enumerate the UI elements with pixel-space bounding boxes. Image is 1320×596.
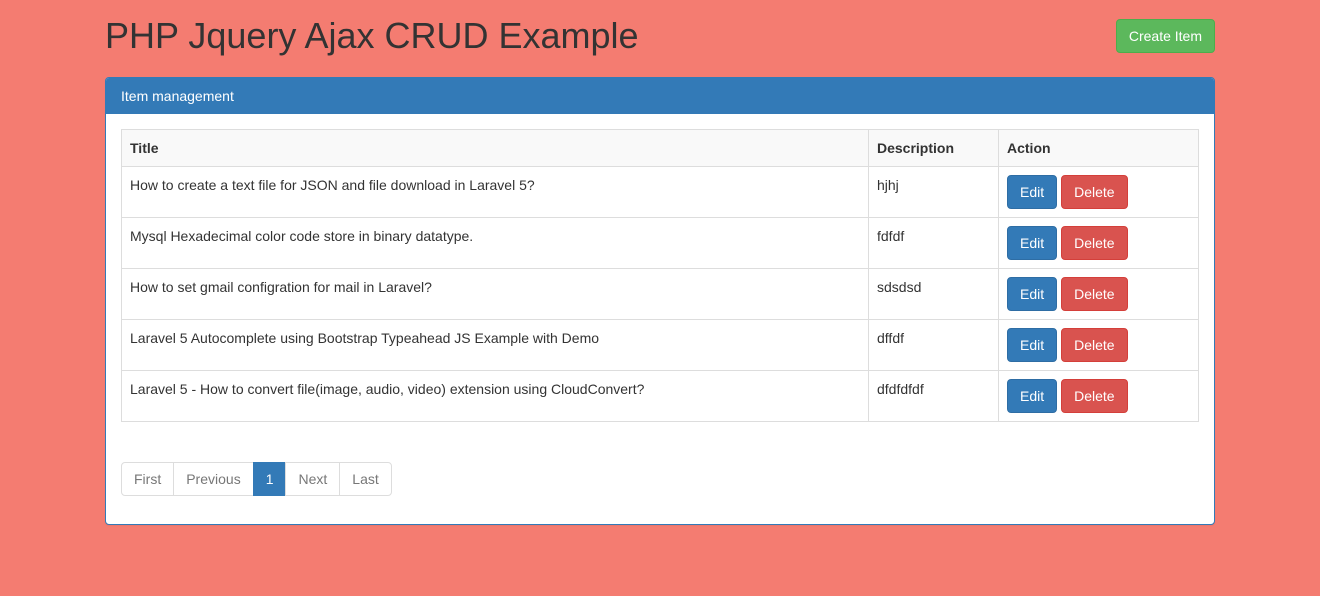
- delete-button[interactable]: Delete: [1061, 175, 1127, 209]
- create-item-button[interactable]: Create Item: [1116, 19, 1215, 53]
- table-row: Mysql Hexadecimal color code store in bi…: [122, 218, 1199, 269]
- cell-description: dffdf: [869, 320, 999, 371]
- cell-description: hjhj: [869, 167, 999, 218]
- cell-action: EditDelete: [999, 218, 1199, 269]
- pagination-previous[interactable]: Previous: [173, 462, 253, 496]
- panel-heading: Item management: [106, 78, 1214, 114]
- cell-description: sdsdsd: [869, 269, 999, 320]
- pagination: First Previous 1 Next Last: [121, 462, 392, 496]
- table-row: How to set gmail configration for mail i…: [122, 269, 1199, 320]
- edit-button[interactable]: Edit: [1007, 379, 1057, 413]
- delete-button[interactable]: Delete: [1061, 379, 1127, 413]
- items-table: Title Description Action How to create a…: [121, 129, 1199, 422]
- cell-title: How to set gmail configration for mail i…: [122, 269, 869, 320]
- col-header-action: Action: [999, 130, 1199, 167]
- pagination-first[interactable]: First: [121, 462, 174, 496]
- cell-title: Mysql Hexadecimal color code store in bi…: [122, 218, 869, 269]
- delete-button[interactable]: Delete: [1061, 226, 1127, 260]
- table-row: Laravel 5 - How to convert file(image, a…: [122, 371, 1199, 422]
- delete-button[interactable]: Delete: [1061, 277, 1127, 311]
- cell-action: EditDelete: [999, 167, 1199, 218]
- page-header: PHP Jquery Ajax CRUD Example Create Item: [105, 15, 1215, 57]
- edit-button[interactable]: Edit: [1007, 328, 1057, 362]
- cell-action: EditDelete: [999, 371, 1199, 422]
- cell-description: dfdfdfdf: [869, 371, 999, 422]
- cell-action: EditDelete: [999, 269, 1199, 320]
- pagination-next[interactable]: Next: [285, 462, 340, 496]
- pagination-last[interactable]: Last: [339, 462, 391, 496]
- col-header-title: Title: [122, 130, 869, 167]
- edit-button[interactable]: Edit: [1007, 175, 1057, 209]
- col-header-description: Description: [869, 130, 999, 167]
- delete-button[interactable]: Delete: [1061, 328, 1127, 362]
- table-row: How to create a text file for JSON and f…: [122, 167, 1199, 218]
- cell-title: How to create a text file for JSON and f…: [122, 167, 869, 218]
- table-row: Laravel 5 Autocomplete using Bootstrap T…: [122, 320, 1199, 371]
- page-title: PHP Jquery Ajax CRUD Example: [105, 15, 639, 57]
- cell-description: fdfdf: [869, 218, 999, 269]
- cell-action: EditDelete: [999, 320, 1199, 371]
- cell-title: Laravel 5 - How to convert file(image, a…: [122, 371, 869, 422]
- panel-body: Title Description Action How to create a…: [106, 114, 1214, 524]
- item-management-panel: Item management Title Description Action…: [105, 77, 1215, 525]
- cell-title: Laravel 5 Autocomplete using Bootstrap T…: [122, 320, 869, 371]
- edit-button[interactable]: Edit: [1007, 226, 1057, 260]
- edit-button[interactable]: Edit: [1007, 277, 1057, 311]
- pagination-page-1[interactable]: 1: [253, 462, 287, 496]
